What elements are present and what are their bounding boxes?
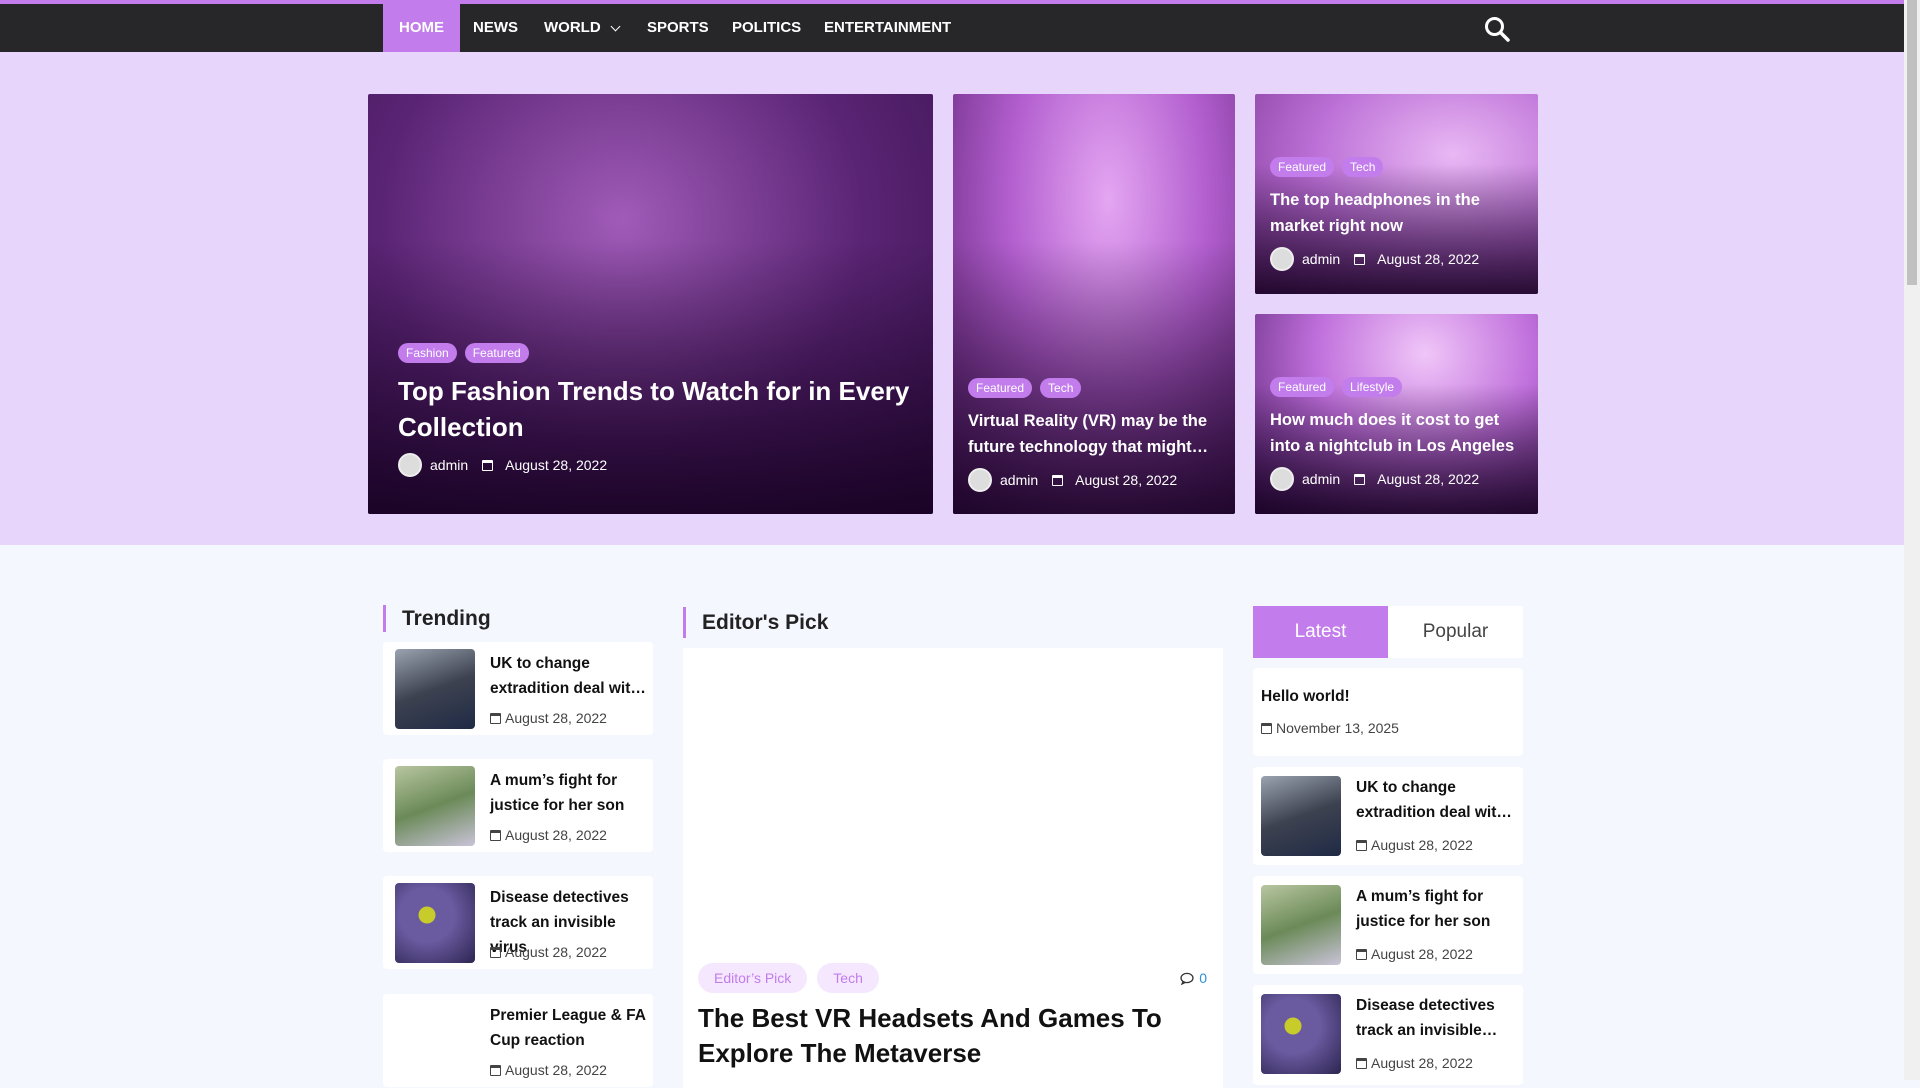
editors-pick-heading: Editor's Pick [683,607,828,638]
trending-heading: Trending [383,605,491,632]
chevron-down-icon [610,21,621,32]
item-title[interactable]: A mum’s fight for justice for her son [1356,884,1519,934]
author[interactable]: admin [1302,251,1340,267]
tag-tech[interactable]: Tech [817,963,879,993]
item-title[interactable]: Hello world! [1261,684,1519,709]
thumbnail[interactable] [1261,776,1341,856]
trending-item[interactable]: Disease detectives track an invisible vi… [383,876,653,969]
editors-pick-title[interactable]: The Best VR Headsets And Games To Explor… [698,1001,1178,1071]
calendar-icon [490,1064,501,1076]
author[interactable]: admin [1000,472,1038,488]
tag-tech[interactable]: Tech [1040,378,1082,398]
calendar-icon [482,459,494,471]
comments-link[interactable]: 0 [1180,970,1207,986]
thumbnail[interactable] [395,649,475,729]
nav-world[interactable]: WORLD [528,4,635,52]
tag-featured[interactable]: Featured [968,378,1033,398]
nav-world-label: WORLD [544,19,601,36]
comment-icon [1180,972,1194,985]
hero-card-nightclub[interactable]: Featured Lifestyle How much does it cost … [1255,314,1538,514]
date: August 28, 2022 [505,710,607,726]
avatar [398,453,422,477]
tag-editors-pick[interactable]: Editor’s Pick [698,963,808,993]
item-title[interactable]: A mum’s fight for justice for her son [490,768,649,818]
author[interactable]: admin [1302,471,1340,487]
calendar-icon [1356,948,1367,960]
tab-latest[interactable]: Latest [1253,606,1388,658]
calendar-icon [1354,473,1366,485]
date: August 28, 2022 [1075,472,1178,488]
item-title[interactable]: UK to change extradition deal wit… [1356,775,1519,825]
trending-item[interactable]: UK to change extradition deal wit… Augus… [383,642,653,735]
thumbnail[interactable] [395,766,475,846]
thumbnail[interactable] [395,883,475,963]
hero-title[interactable]: Top Fashion Trends to Watch for in Every… [398,373,918,445]
date: August 28, 2022 [1377,251,1480,267]
scrollbar[interactable] [1904,0,1920,1080]
calendar-icon [1261,722,1272,734]
hero-section: Fashion Featured Top Fashion Trends to Wa… [0,52,1904,545]
calendar-icon [1356,839,1367,851]
main-nav: HOME NEWS WORLD SPORTS POLITICS ENTERTAI… [0,4,1904,52]
thumbnail[interactable] [1261,885,1341,965]
hero-card-headphones[interactable]: Featured Tech The top headphones in the m… [1255,94,1538,294]
date: August 28, 2022 [505,944,607,960]
latest-item[interactable]: Disease detectives track an invisible… A… [1253,985,1523,1085]
calendar-icon [490,829,501,841]
avatar [968,468,992,492]
hero-card-main[interactable]: Fashion Featured Top Fashion Trends to Wa… [368,94,933,514]
hero-title[interactable]: Virtual Reality (VR) may be the future t… [968,408,1220,460]
date: August 28, 2022 [1371,1055,1473,1071]
author[interactable]: admin [430,457,468,473]
nav-home[interactable]: HOME [383,4,460,52]
nav-politics[interactable]: POLITICS [716,4,817,52]
date: August 28, 2022 [1371,837,1473,853]
tag-tech[interactable]: Tech [1342,157,1384,177]
calendar-icon [490,712,501,724]
nav-sports[interactable]: SPORTS [631,4,725,52]
latest-item[interactable]: Hello world! November 13, 2025 [1253,668,1523,756]
date: August 28, 2022 [505,457,608,473]
calendar-icon [1356,1057,1367,1069]
latest-item[interactable]: A mum’s fight for justice for her son Au… [1253,876,1523,974]
calendar-icon [1354,253,1366,265]
date: August 28, 2022 [1371,946,1473,962]
item-title[interactable]: Premier League & FA Cup reaction [490,1003,649,1053]
date: August 28, 2022 [505,827,607,843]
comment-count: 0 [1199,970,1207,986]
avatar [1270,247,1294,271]
calendar-icon [1052,474,1064,486]
nav-entertainment[interactable]: ENTERTAINMENT [808,4,967,52]
tab-popular[interactable]: Popular [1388,606,1523,658]
tag-lifestyle[interactable]: Lifestyle [1342,377,1403,397]
nav-news[interactable]: NEWS [457,4,534,52]
tag-featured[interactable]: Featured [464,343,529,363]
date: November 13, 2025 [1276,720,1399,736]
scrollbar-thumb[interactable] [1907,0,1917,285]
avatar [1270,467,1294,491]
trending-item[interactable]: Premier League & FA Cup reaction August … [383,994,653,1087]
hero-card-vr[interactable]: Featured Tech Virtual Reality (VR) may be… [953,94,1235,514]
date: August 28, 2022 [505,1062,607,1078]
item-title[interactable]: UK to change extradition deal wit… [490,651,649,701]
search-icon[interactable] [1484,16,1510,42]
tag-fashion[interactable]: Fashion [398,343,457,363]
latest-item[interactable]: UK to change extradition deal wit… Augus… [1253,767,1523,865]
calendar-icon [490,946,501,958]
editors-pick-card[interactable]: Editor’s Pick Tech 0 The Best VR Headsets… [683,648,1223,1088]
hero-title[interactable]: The top headphones in the market right n… [1270,187,1523,239]
hero-title[interactable]: How much does it cost to get into a nigh… [1270,407,1523,459]
item-title[interactable]: Disease detectives track an invisible… [1356,993,1519,1043]
tag-featured[interactable]: Featured [1270,377,1335,397]
thumbnail[interactable] [1261,994,1341,1074]
tag-featured[interactable]: Featured [1270,157,1335,177]
date: August 28, 2022 [1377,471,1480,487]
trending-item[interactable]: A mum’s fight for justice for her son Au… [383,759,653,852]
